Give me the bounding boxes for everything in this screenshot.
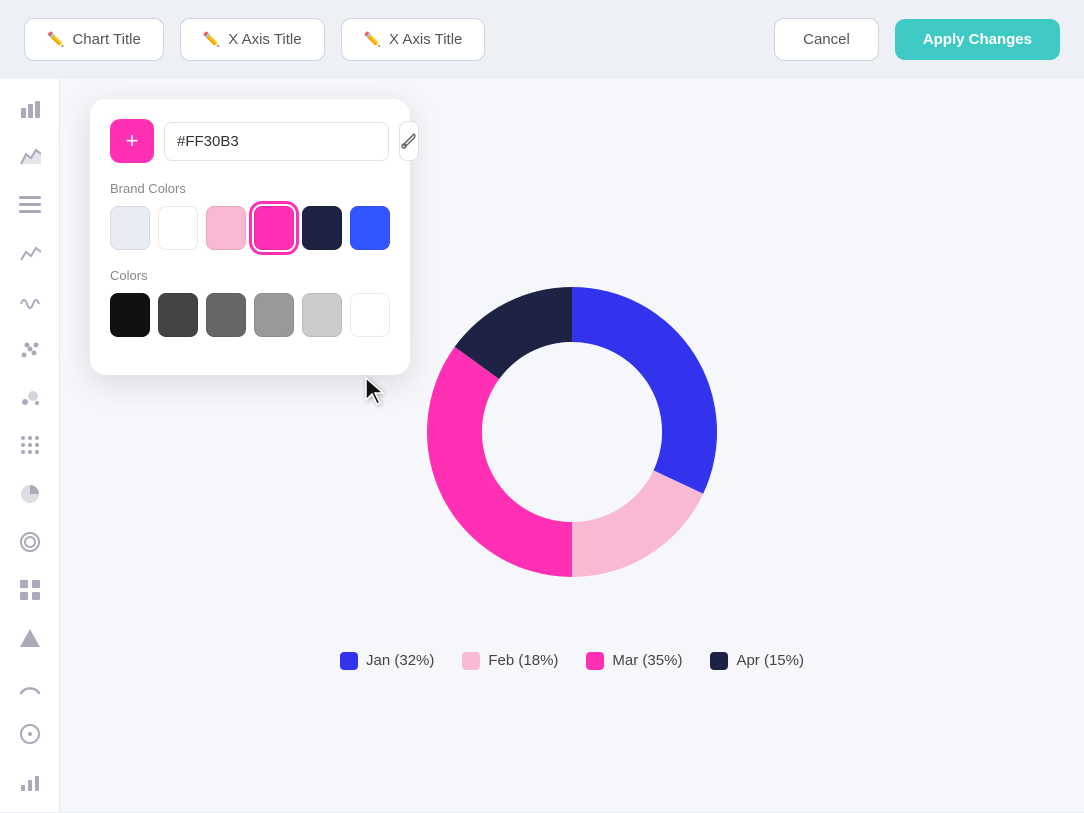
cancel-button[interactable]: Cancel — [774, 18, 879, 61]
plus-icon: + — [126, 128, 139, 154]
bottom-icon-1[interactable] — [15, 720, 45, 748]
ring-icon[interactable] — [15, 528, 45, 556]
chart-legend: Jan (32%) Feb (18%) Mar (35%) Apr (15%) — [340, 652, 804, 670]
donut-chart[interactable] — [362, 222, 782, 642]
brand-swatch-3[interactable] — [254, 206, 294, 250]
donut-center — [482, 342, 662, 522]
wave-chart-icon[interactable] — [15, 287, 45, 315]
dot-matrix-icon[interactable] — [15, 431, 45, 459]
triangle-icon[interactable] — [15, 624, 45, 652]
brand-swatch-5[interactable] — [350, 206, 390, 250]
colors-row — [110, 293, 390, 337]
pie-chart-icon[interactable] — [15, 480, 45, 508]
colors-label: Colors — [110, 268, 390, 283]
chart-title-button[interactable]: ✏️ Chart Title — [24, 18, 164, 61]
hex-color-input[interactable] — [164, 122, 389, 161]
apply-changes-button[interactable]: Apply Changes — [895, 19, 1060, 60]
pencil-icon-3: ✏️ — [364, 31, 381, 48]
legend-jan-label: Jan (32%) — [366, 652, 434, 669]
chart-title-label: Chart Title — [72, 31, 140, 48]
brand-colors-row — [110, 206, 390, 250]
legend-apr-dot — [710, 652, 728, 670]
selected-color-swatch[interactable]: + — [110, 119, 154, 163]
legend-mar: Mar (35%) — [586, 652, 682, 670]
x-axis-title2-label: X Axis Title — [389, 31, 462, 48]
color-swatch-3[interactable] — [254, 293, 294, 337]
legend-apr: Apr (15%) — [710, 652, 804, 670]
color-swatch-0[interactable] — [110, 293, 150, 337]
legend-jan-dot — [340, 652, 358, 670]
x-axis-title-button[interactable]: ✏️ X Axis Title — [180, 18, 325, 61]
brand-swatch-1[interactable] — [158, 206, 198, 250]
legend-apr-label: Apr (15%) — [736, 652, 804, 669]
top-bar: ✏️ Chart Title ✏️ X Axis Title ✏️ X Axis… — [0, 0, 1084, 79]
eyedropper-icon — [400, 132, 418, 150]
x-axis-title2-button[interactable]: ✏️ X Axis Title — [341, 18, 486, 61]
content-area: + Brand Colors Colors — [60, 79, 1084, 812]
legend-mar-label: Mar (35%) — [612, 652, 682, 669]
area-chart-icon[interactable] — [15, 143, 45, 171]
sidebar — [0, 79, 60, 812]
arc-icon[interactable] — [15, 672, 45, 700]
line-chart-icon[interactable] — [15, 239, 45, 267]
pencil-icon: ✏️ — [47, 31, 64, 48]
bar-chart-icon[interactable] — [15, 95, 45, 123]
color-swatch-5[interactable] — [350, 293, 390, 337]
pencil-icon-2: ✏️ — [203, 31, 220, 48]
legend-feb: Feb (18%) — [462, 652, 558, 670]
color-picker-top: + — [110, 119, 390, 163]
list-icon[interactable] — [15, 191, 45, 219]
scatter-icon[interactable] — [15, 335, 45, 363]
grid-icon[interactable] — [15, 576, 45, 604]
color-swatch-2[interactable] — [206, 293, 246, 337]
brand-swatch-4[interactable] — [302, 206, 342, 250]
x-axis-title-label: X Axis Title — [228, 31, 301, 48]
bubble-icon[interactable] — [15, 383, 45, 411]
cancel-label: Cancel — [803, 31, 850, 48]
brand-swatch-0[interactable] — [110, 206, 150, 250]
legend-feb-dot — [462, 652, 480, 670]
legend-feb-label: Feb (18%) — [488, 652, 558, 669]
apply-label: Apply Changes — [923, 31, 1032, 48]
bottom-icon-2[interactable] — [15, 768, 45, 796]
main-layout: + Brand Colors Colors — [0, 79, 1084, 812]
color-picker-popup: + Brand Colors Colors — [90, 99, 410, 375]
legend-mar-dot — [586, 652, 604, 670]
color-swatch-1[interactable] — [158, 293, 198, 337]
legend-jan: Jan (32%) — [340, 652, 434, 670]
brand-colors-label: Brand Colors — [110, 181, 390, 196]
brand-swatch-2[interactable] — [206, 206, 246, 250]
color-swatch-4[interactable] — [302, 293, 342, 337]
eyedropper-button[interactable] — [399, 121, 419, 161]
